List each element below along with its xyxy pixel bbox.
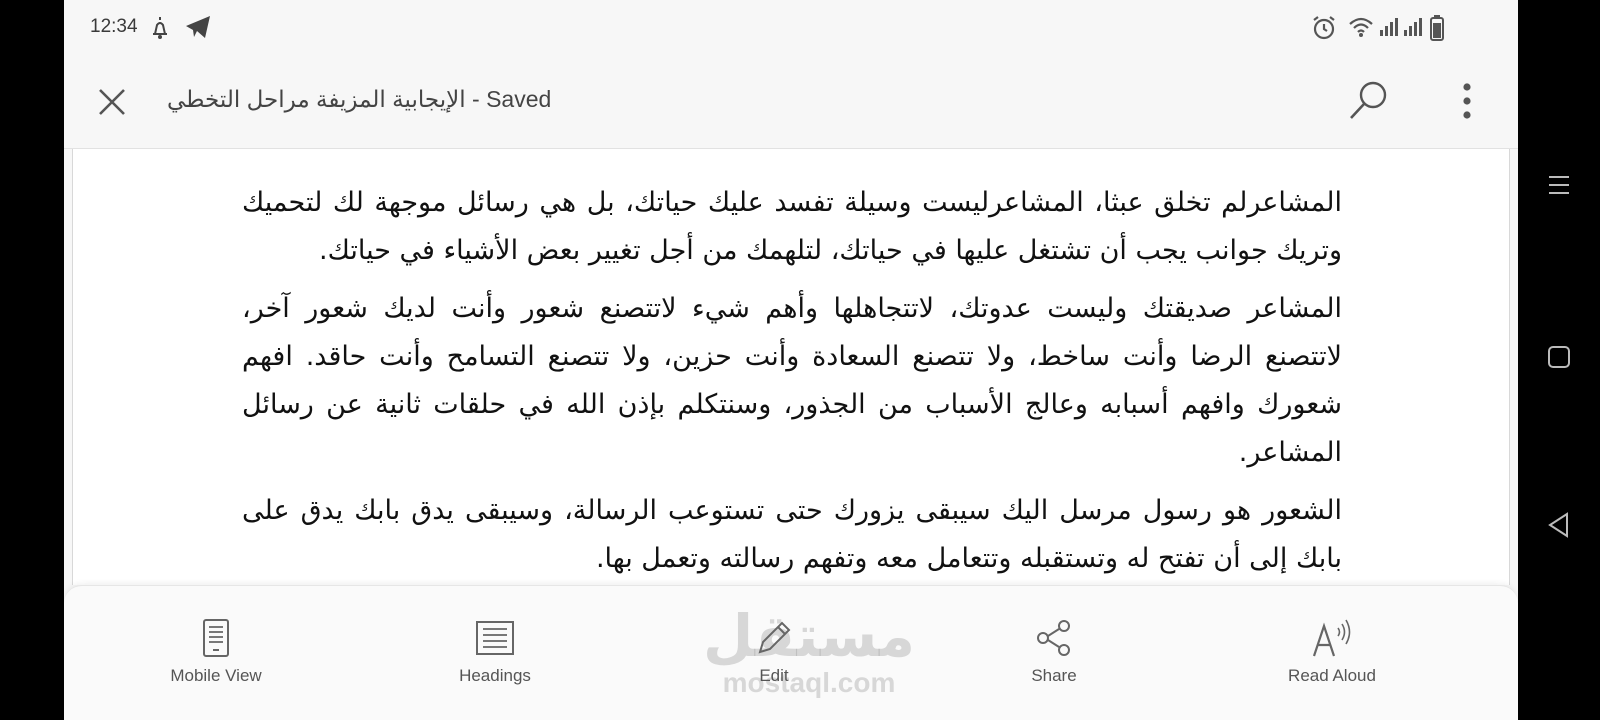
telegram-icon [184, 14, 212, 44]
close-icon [99, 89, 125, 115]
edit-pencil-icon [758, 621, 791, 654]
headings-icon [476, 621, 514, 655]
read-aloud-label: Read Aloud [1288, 666, 1376, 685]
home-button[interactable] [1544, 342, 1574, 372]
back-button[interactable] [1544, 510, 1574, 540]
search-icon [1350, 81, 1387, 119]
paragraph: الشعور هو رسول مرسل اليك سيبقى يزورك حتى… [242, 495, 1342, 574]
more-vertical-icon [1463, 83, 1471, 119]
app-bar: الإيجابية المزيفة مراحل التخطي - Saved [64, 56, 1518, 149]
document-body: المشاعرلم تخلق عبثا، المشاعرليست وسيلة ت… [242, 179, 1342, 585]
status-bar: 12:34 [64, 0, 1518, 56]
recent-apps-icon [1549, 176, 1569, 194]
read-aloud-button[interactable]: Read Aloud [1242, 618, 1422, 698]
document-title: الإيجابية المزيفة مراحل التخطي - Saved [167, 86, 552, 112]
read-aloud-icon [1312, 619, 1351, 657]
recent-apps-button[interactable] [1544, 170, 1574, 200]
mobile-view-label: Mobile View [170, 666, 262, 685]
navigation-bar [1518, 0, 1600, 720]
search-button[interactable] [1346, 78, 1392, 124]
mobile-view-button[interactable]: Mobile View [126, 618, 306, 698]
paragraph: المشاعر صديقتك وليست عدوتك، لاتتجاهلها و… [242, 293, 1342, 468]
signal-icon [1402, 14, 1428, 44]
share-label: Share [1031, 666, 1077, 685]
phone-screen: 12:34 الإيجابية المزيفة مراحل التخطي - S… [64, 0, 1518, 720]
bottom-toolbar: مستقل mostaql.com Mobile View Headings E… [64, 585, 1518, 720]
headings-label: Headings [459, 666, 531, 685]
status-time: 12:34 [90, 16, 138, 37]
alarm-icon [1311, 14, 1337, 46]
share-icon [1037, 620, 1070, 656]
more-options-button[interactable] [1454, 78, 1480, 124]
back-icon [1548, 512, 1568, 538]
edit-label: Edit [759, 666, 789, 685]
mobile-view-icon [203, 619, 229, 657]
close-button[interactable] [92, 82, 132, 122]
headings-button[interactable]: Headings [405, 618, 585, 698]
signal-icon [1378, 14, 1404, 44]
document-view[interactable]: المشاعرلم تخلق عبثا، المشاعرليست وسيلة ت… [72, 149, 1510, 585]
paragraph: المشاعرلم تخلق عبثا، المشاعرليست وسيلة ت… [242, 187, 1342, 266]
battery-icon [1428, 14, 1446, 46]
wifi-icon [1348, 14, 1374, 44]
notification-icon [148, 14, 172, 44]
home-icon [1548, 346, 1570, 368]
share-button[interactable]: Share [964, 618, 1144, 698]
edit-button[interactable]: Edit [684, 618, 864, 698]
